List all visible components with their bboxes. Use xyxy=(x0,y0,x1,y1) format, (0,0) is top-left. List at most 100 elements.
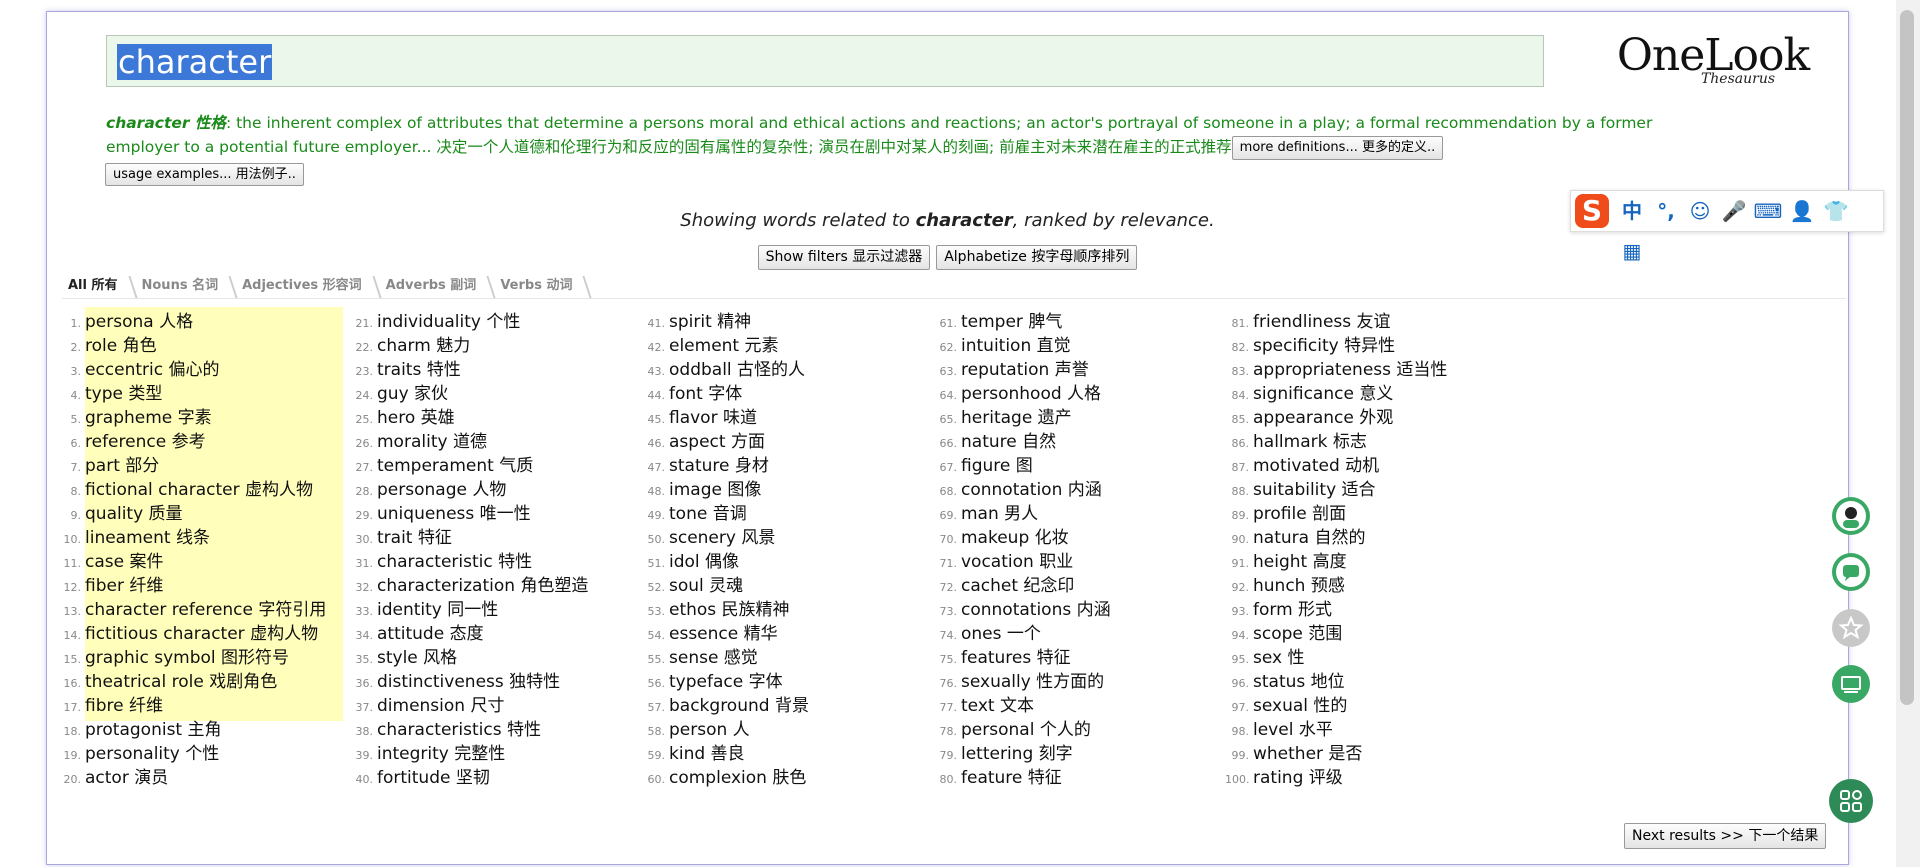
result-item[interactable]: 8. fictional character 虚构人物 xyxy=(57,478,347,502)
result-word[interactable]: sexually 性方面的 xyxy=(961,672,1104,692)
result-word[interactable]: figure 图 xyxy=(961,456,1033,476)
result-item[interactable]: 62. intuition 直觉 xyxy=(933,334,1223,358)
result-item[interactable]: 28. personage 人物 xyxy=(349,478,639,502)
ime-user-icon[interactable]: 👤 xyxy=(1785,191,1819,231)
result-item[interactable]: 98. level 水平 xyxy=(1225,718,1515,742)
result-item[interactable]: 33. identity 同一性 xyxy=(349,598,639,622)
result-item[interactable]: 18. protagonist 主角 xyxy=(57,718,347,742)
result-word[interactable]: integrity 完整性 xyxy=(377,744,505,764)
result-word[interactable]: sense 感觉 xyxy=(669,648,758,668)
result-item[interactable]: 32. characterization 角色塑造 xyxy=(349,574,639,598)
search-query-text[interactable]: character xyxy=(117,44,273,80)
result-item[interactable]: 75. features 特征 xyxy=(933,646,1223,670)
result-word[interactable]: sex 性 xyxy=(1253,648,1304,668)
result-item[interactable]: 54. essence 精华 xyxy=(641,622,931,646)
result-item[interactable]: 100. rating 评级 xyxy=(1225,766,1515,790)
result-word[interactable]: morality 道德 xyxy=(377,432,487,452)
result-word[interactable]: suitability 适合 xyxy=(1253,480,1376,500)
result-word[interactable]: height 高度 xyxy=(1253,552,1347,572)
search-input[interactable]: character xyxy=(106,35,1544,87)
result-item[interactable]: 9. quality 质量 xyxy=(57,502,347,526)
result-word[interactable]: font 字体 xyxy=(669,384,742,404)
result-word[interactable]: reputation 声誉 xyxy=(961,360,1089,380)
result-word[interactable]: flavor 味道 xyxy=(669,408,757,428)
result-word[interactable]: significance 意义 xyxy=(1253,384,1393,404)
avatar-icon[interactable] xyxy=(1831,496,1871,536)
result-item[interactable]: 34. attitude 态度 xyxy=(349,622,639,646)
result-word[interactable]: fictional character 虚构人物 xyxy=(85,480,313,500)
ime-keyboard-icon[interactable]: ⌨ xyxy=(1751,191,1785,231)
result-word[interactable]: individuality 个性 xyxy=(377,312,520,332)
result-word[interactable]: form 形式 xyxy=(1253,600,1332,620)
result-item[interactable]: 6. reference 参考 xyxy=(57,430,347,454)
result-word[interactable]: cachet 纪念印 xyxy=(961,576,1074,596)
result-word[interactable]: identity 同一性 xyxy=(377,600,498,620)
result-item[interactable]: 48. image 图像 xyxy=(641,478,931,502)
result-item[interactable]: 74. ones 一个 xyxy=(933,622,1223,646)
result-item[interactable]: 65. heritage 遗产 xyxy=(933,406,1223,430)
result-item[interactable]: 99. whether 是否 xyxy=(1225,742,1515,766)
result-word[interactable]: role 角色 xyxy=(85,336,157,356)
next-results-button[interactable]: Next results >> 下一个结果 xyxy=(1624,823,1827,849)
result-word[interactable]: hallmark 标志 xyxy=(1253,432,1367,452)
result-word[interactable]: typeface 字体 xyxy=(669,672,783,692)
result-word[interactable]: quality 质量 xyxy=(85,504,183,524)
ime-chinese-mode-icon[interactable]: 中 xyxy=(1615,191,1649,231)
result-word[interactable]: fibre 纤维 xyxy=(85,696,163,716)
result-item[interactable]: 47. stature 身材 xyxy=(641,454,931,478)
result-word[interactable]: spirit 精神 xyxy=(669,312,751,332)
result-item[interactable]: 59. kind 善良 xyxy=(641,742,931,766)
result-word[interactable]: personhood 人格 xyxy=(961,384,1101,404)
result-item[interactable]: 43. oddball 古怪的人 xyxy=(641,358,931,382)
result-word[interactable]: characteristic 特性 xyxy=(377,552,532,572)
result-word[interactable]: idol 偶像 xyxy=(669,552,739,572)
result-item[interactable]: 7. part 部分 xyxy=(57,454,347,478)
tab-all[interactable]: All 所有 xyxy=(62,276,138,298)
result-word[interactable]: makeup 化妆 xyxy=(961,528,1069,548)
result-item[interactable]: 86. hallmark 标志 xyxy=(1225,430,1515,454)
result-item[interactable]: 90. natura 自然的 xyxy=(1225,526,1515,550)
result-item[interactable]: 41. spirit 精神 xyxy=(641,310,931,334)
result-word[interactable]: text 文本 xyxy=(961,696,1034,716)
result-word[interactable]: protagonist 主角 xyxy=(85,720,222,740)
result-word[interactable]: grapheme 字素 xyxy=(85,408,212,428)
result-item[interactable]: 94. scope 范围 xyxy=(1225,622,1515,646)
result-word[interactable]: essence 精华 xyxy=(669,624,778,644)
scrollbar-thumb[interactable] xyxy=(1900,10,1914,705)
result-word[interactable]: style 风格 xyxy=(377,648,457,668)
usage-examples-button[interactable]: usage examples... 用法例子.. xyxy=(105,163,304,186)
result-word[interactable]: fortitude 坚韧 xyxy=(377,768,490,788)
result-word[interactable]: stature 身材 xyxy=(669,456,769,476)
result-item[interactable]: 15. graphic symbol 图形符号 xyxy=(57,646,347,670)
result-word[interactable]: complexion 肤色 xyxy=(669,768,806,788)
result-item[interactable]: 38. characteristics 特性 xyxy=(349,718,639,742)
result-item[interactable]: 58. person 人 xyxy=(641,718,931,742)
result-item[interactable]: 69. man 男人 xyxy=(933,502,1223,526)
result-item[interactable]: 92. hunch 预感 xyxy=(1225,574,1515,598)
tab-nouns[interactable]: Nouns 名词 xyxy=(136,276,238,298)
result-word[interactable]: specificity 特异性 xyxy=(1253,336,1395,356)
result-item[interactable]: 51. idol 偶像 xyxy=(641,550,931,574)
result-item[interactable]: 49. tone 音调 xyxy=(641,502,931,526)
result-word[interactable]: connotation 内涵 xyxy=(961,480,1102,500)
result-item[interactable]: 96. status 地位 xyxy=(1225,670,1515,694)
result-word[interactable]: characterization 角色塑造 xyxy=(377,576,588,596)
result-word[interactable]: sexual 性的 xyxy=(1253,696,1347,716)
result-item[interactable]: 46. aspect 方面 xyxy=(641,430,931,454)
result-word[interactable]: characteristics 特性 xyxy=(377,720,541,740)
result-item[interactable]: 26. morality 道德 xyxy=(349,430,639,454)
result-item[interactable]: 36. distinctiveness 独特性 xyxy=(349,670,639,694)
onelook-logo[interactable]: OneLook Thesaurus xyxy=(1613,32,1813,87)
result-word[interactable]: temper 脾气 xyxy=(961,312,1062,332)
result-word[interactable]: nature 自然 xyxy=(961,432,1056,452)
result-word[interactable]: persona 人格 xyxy=(85,312,193,332)
result-word[interactable]: distinctiveness 独特性 xyxy=(377,672,560,692)
result-item[interactable]: 95. sex 性 xyxy=(1225,646,1515,670)
result-item[interactable]: 97. sexual 性的 xyxy=(1225,694,1515,718)
result-item[interactable]: 72. cachet 纪念印 xyxy=(933,574,1223,598)
result-item[interactable]: 16. theatrical role 戏剧角色 xyxy=(57,670,347,694)
result-item[interactable]: 22. charm 魅力 xyxy=(349,334,639,358)
result-item[interactable]: 89. profile 剖面 xyxy=(1225,502,1515,526)
result-item[interactable]: 73. connotations 内涵 xyxy=(933,598,1223,622)
result-word[interactable]: fiber 纤维 xyxy=(85,576,163,596)
